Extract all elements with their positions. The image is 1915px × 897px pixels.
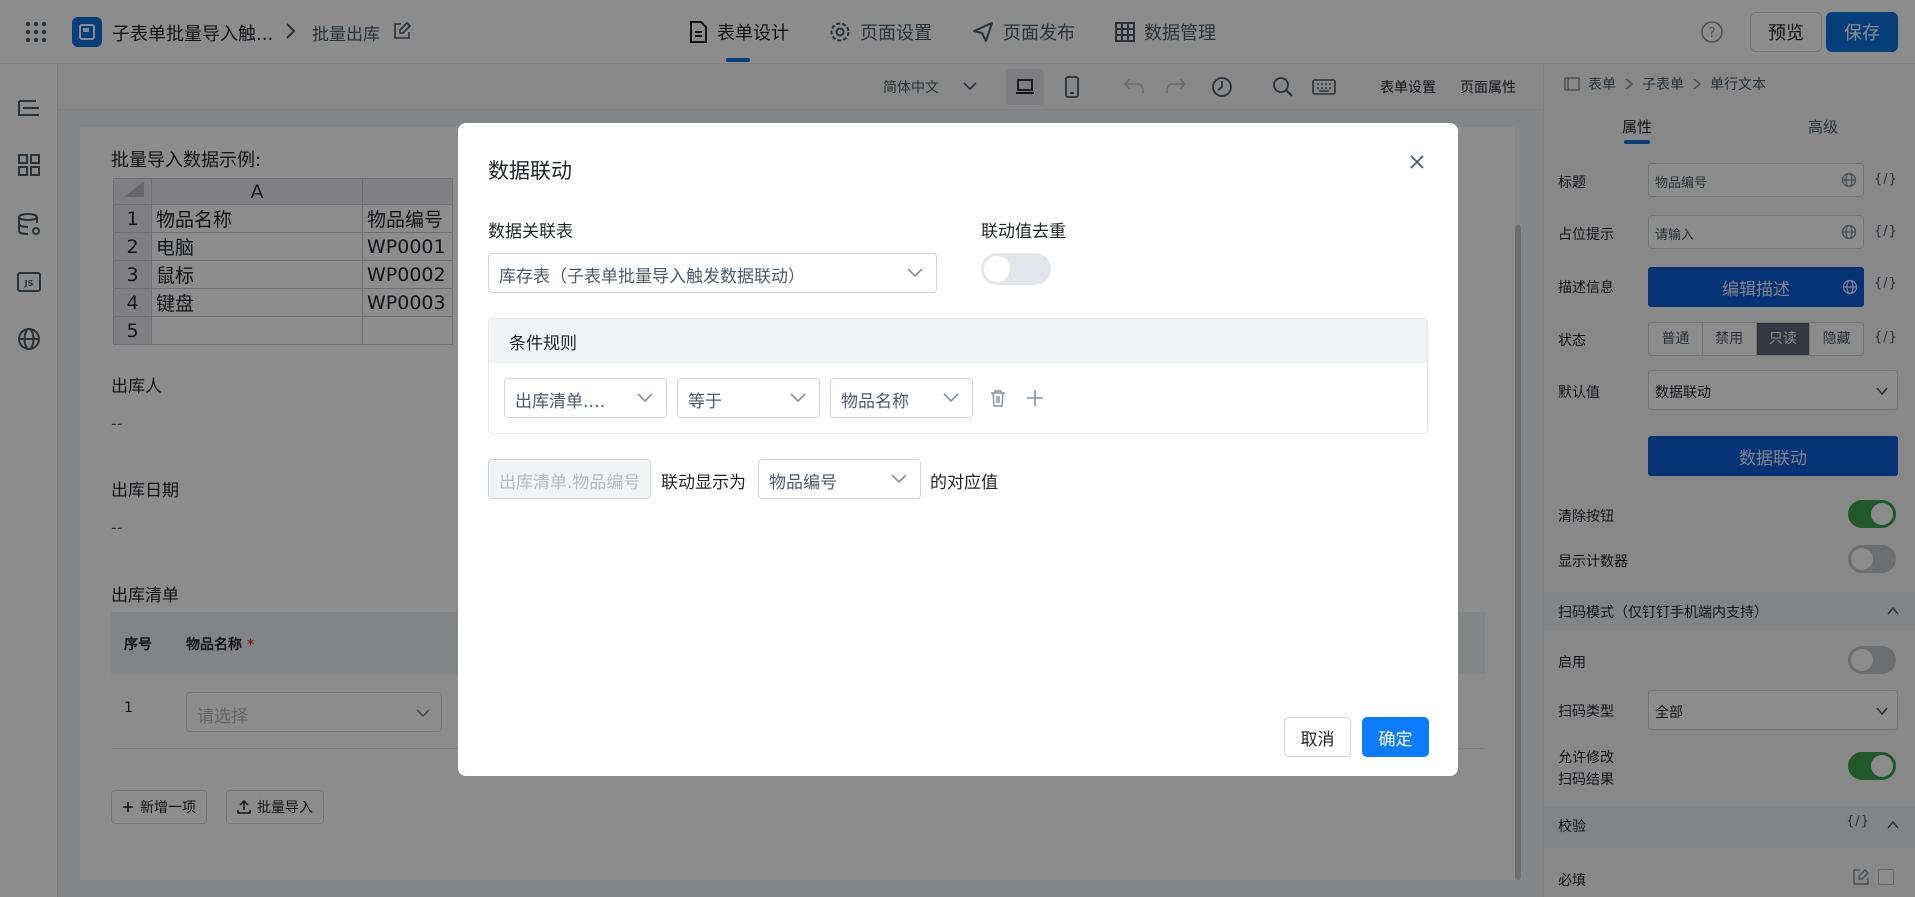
trash-icon[interactable] (990, 389, 1006, 407)
cancel-button[interactable]: 取消 (1284, 717, 1351, 757)
chevron-down-icon (907, 268, 923, 278)
chevron-down-icon (790, 393, 806, 403)
condition-operator-select[interactable]: 等于 (677, 378, 820, 418)
confirm-button[interactable]: 确定 (1362, 717, 1429, 757)
suffix-text: 的对应值 (930, 473, 998, 493)
dedupe-label: 联动值去重 (981, 222, 1066, 242)
condition-rules-box: 条件规则 出库清单.… 等于 物品名称 (488, 318, 1428, 434)
chevron-down-icon (891, 474, 907, 484)
display-target-select[interactable]: 物品编号 (758, 459, 921, 499)
display-field-input: 出库清单.物品编号 (488, 459, 651, 499)
condition-operator-value: 等于 (688, 392, 722, 412)
plus-icon[interactable] (1026, 389, 1044, 407)
dialog-title: 数据联动 (488, 159, 572, 183)
chevron-down-icon (943, 393, 959, 403)
close-icon[interactable] (1408, 153, 1426, 171)
assoc-table-value: 库存表（子表单批量导入触发数据联动） (499, 267, 805, 287)
display-target-value: 物品编号 (769, 473, 837, 493)
condition-field-value: 出库清单.… (515, 392, 606, 412)
condition-rules-title: 条件规则 (489, 319, 1427, 363)
data-link-dialog: 数据联动 数据关联表 库存表（子表单批量导入触发数据联动） 联动值去重 条件规则… (458, 123, 1458, 776)
assoc-table-select[interactable]: 库存表（子表单批量导入触发数据联动） (488, 253, 937, 293)
dedupe-toggle[interactable] (981, 253, 1051, 285)
assoc-table-label: 数据关联表 (488, 222, 573, 242)
condition-target-value: 物品名称 (841, 392, 909, 412)
condition-field-select[interactable]: 出库清单.… (504, 378, 667, 418)
display-as-text: 联动显示为 (661, 473, 746, 493)
chevron-down-icon (637, 393, 653, 403)
condition-target-select[interactable]: 物品名称 (830, 378, 973, 418)
